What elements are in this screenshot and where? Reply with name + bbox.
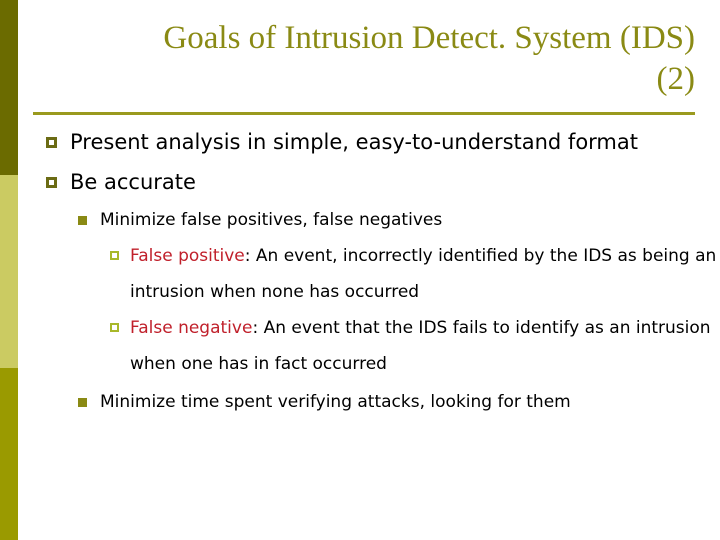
bullet-item: False positive: An event, incorrectly id… [110, 238, 720, 310]
bullet-text: False positive: An event, incorrectly id… [130, 238, 720, 310]
title-underline-rule [33, 112, 695, 115]
bullet-text: Be accurate [70, 170, 196, 194]
bullet-item: Minimize time spent verifying attacks, l… [78, 384, 720, 420]
bullet-emphasis-term: False positive [130, 246, 245, 266]
hollow-square-bullet-icon [46, 177, 57, 188]
bullet-text: False negative: An event that the IDS fa… [130, 310, 720, 382]
bullet-text: Minimize time spent verifying attacks, l… [100, 392, 571, 412]
bullet-emphasis-term: False negative [130, 318, 253, 338]
bullet-text: Minimize false positives, false negative… [100, 210, 443, 230]
hollow-square-bullet-icon [46, 137, 57, 148]
slide-title-line-2: (2) [656, 61, 695, 97]
bullet-item: Minimize false positives, false negative… [78, 202, 720, 238]
bullet-item: Present analysis in simple, easy-to-unde… [46, 122, 720, 162]
bullet-item: Be accurate [46, 162, 720, 202]
bullet-text: Present analysis in simple, easy-to-unde… [70, 130, 638, 154]
slide-title: Goals of Intrusion Detect. System (IDS) … [33, 18, 695, 100]
filled-square-bullet-icon [78, 398, 87, 407]
small-hollow-square-bullet-icon [110, 323, 119, 332]
bullet-item: False negative: An event that the IDS fa… [110, 310, 720, 382]
presentation-slide: Goals of Intrusion Detect. System (IDS) … [0, 0, 720, 540]
filled-square-bullet-icon [78, 216, 87, 225]
slide-title-line-1: Goals of Intrusion Detect. System (IDS) [163, 20, 695, 56]
small-hollow-square-bullet-icon [110, 251, 119, 260]
slide-body: Present analysis in simple, easy-to-unde… [0, 122, 720, 420]
